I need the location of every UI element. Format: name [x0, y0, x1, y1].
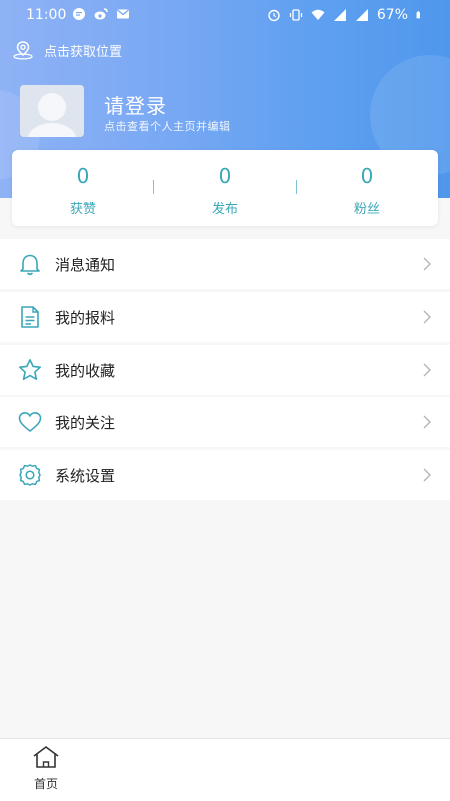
chevron-right-icon — [423, 310, 431, 324]
chat-icon — [73, 8, 85, 20]
signal-icon — [333, 9, 346, 21]
bell-icon — [20, 254, 40, 276]
mail-icon — [117, 9, 129, 19]
menu-item-my-reports[interactable]: 我的报料 — [0, 292, 450, 342]
login-title[interactable]: 请登录 — [104, 90, 167, 119]
nav-tab-home[interactable]: 首页 — [28, 745, 64, 792]
chevron-right-icon — [423, 257, 431, 271]
stat-label: 粉丝 — [353, 202, 380, 217]
stat-followers[interactable]: 0 粉丝 — [296, 162, 438, 217]
chevron-right-icon — [423, 363, 431, 377]
location-text: 点击获取位置 — [44, 44, 123, 60]
signal-icon — [355, 9, 368, 21]
status-right-icons: 67% — [267, 7, 424, 23]
home-icon — [33, 746, 59, 768]
menu-item-label: 我的关注 — [55, 414, 116, 432]
document-icon — [21, 306, 39, 328]
stats-card: 0 获赞 0 发布 0 粉丝 — [12, 150, 438, 226]
gear-icon — [19, 464, 41, 486]
get-location-button[interactable]: 点击获取位置 — [12, 40, 122, 60]
menu-item-label: 我的报料 — [55, 309, 116, 327]
menu-item-label: 消息通知 — [55, 256, 116, 274]
login-subtitle[interactable]: 点击查看个人主页并编辑 — [104, 118, 231, 134]
chevron-right-icon — [423, 468, 431, 482]
status-time: 11:00 — [26, 7, 67, 23]
battery-icon — [416, 11, 420, 19]
stat-value: 0 — [360, 164, 374, 188]
status-left-icons — [72, 7, 130, 21]
bottom-navigation: 首页 — [0, 738, 450, 801]
menu-item-notifications[interactable]: 消息通知 — [0, 239, 450, 289]
battery-percent: 67% — [376, 7, 408, 23]
alarm-icon — [268, 9, 280, 22]
stat-likes[interactable]: 0 获赞 — [12, 162, 154, 217]
menu-item-following[interactable]: 我的关注 — [0, 397, 450, 447]
nav-tab-label: 首页 — [33, 777, 58, 791]
stat-posts[interactable]: 0 发布 — [154, 162, 296, 217]
heart-icon — [18, 412, 42, 432]
menu-item-settings[interactable]: 系统设置 — [0, 450, 450, 500]
wifi-icon — [311, 9, 325, 20]
stat-value: 0 — [76, 164, 90, 188]
chevron-right-icon — [423, 415, 431, 429]
weibo-icon — [94, 8, 108, 20]
stat-value: 0 — [218, 164, 232, 188]
vibrate-icon — [289, 9, 302, 21]
stat-label: 发布 — [211, 202, 238, 217]
location-pin-icon — [13, 41, 33, 60]
stat-label: 获赞 — [69, 202, 96, 217]
avatar[interactable] — [20, 85, 84, 137]
menu-item-favorites[interactable]: 我的收藏 — [0, 345, 450, 395]
status-bar: 11:00 67% — [0, 0, 450, 32]
star-icon — [19, 359, 41, 380]
default-avatar-icon — [20, 85, 84, 137]
menu-item-label: 系统设置 — [55, 467, 116, 485]
menu-item-label: 我的收藏 — [55, 362, 116, 380]
